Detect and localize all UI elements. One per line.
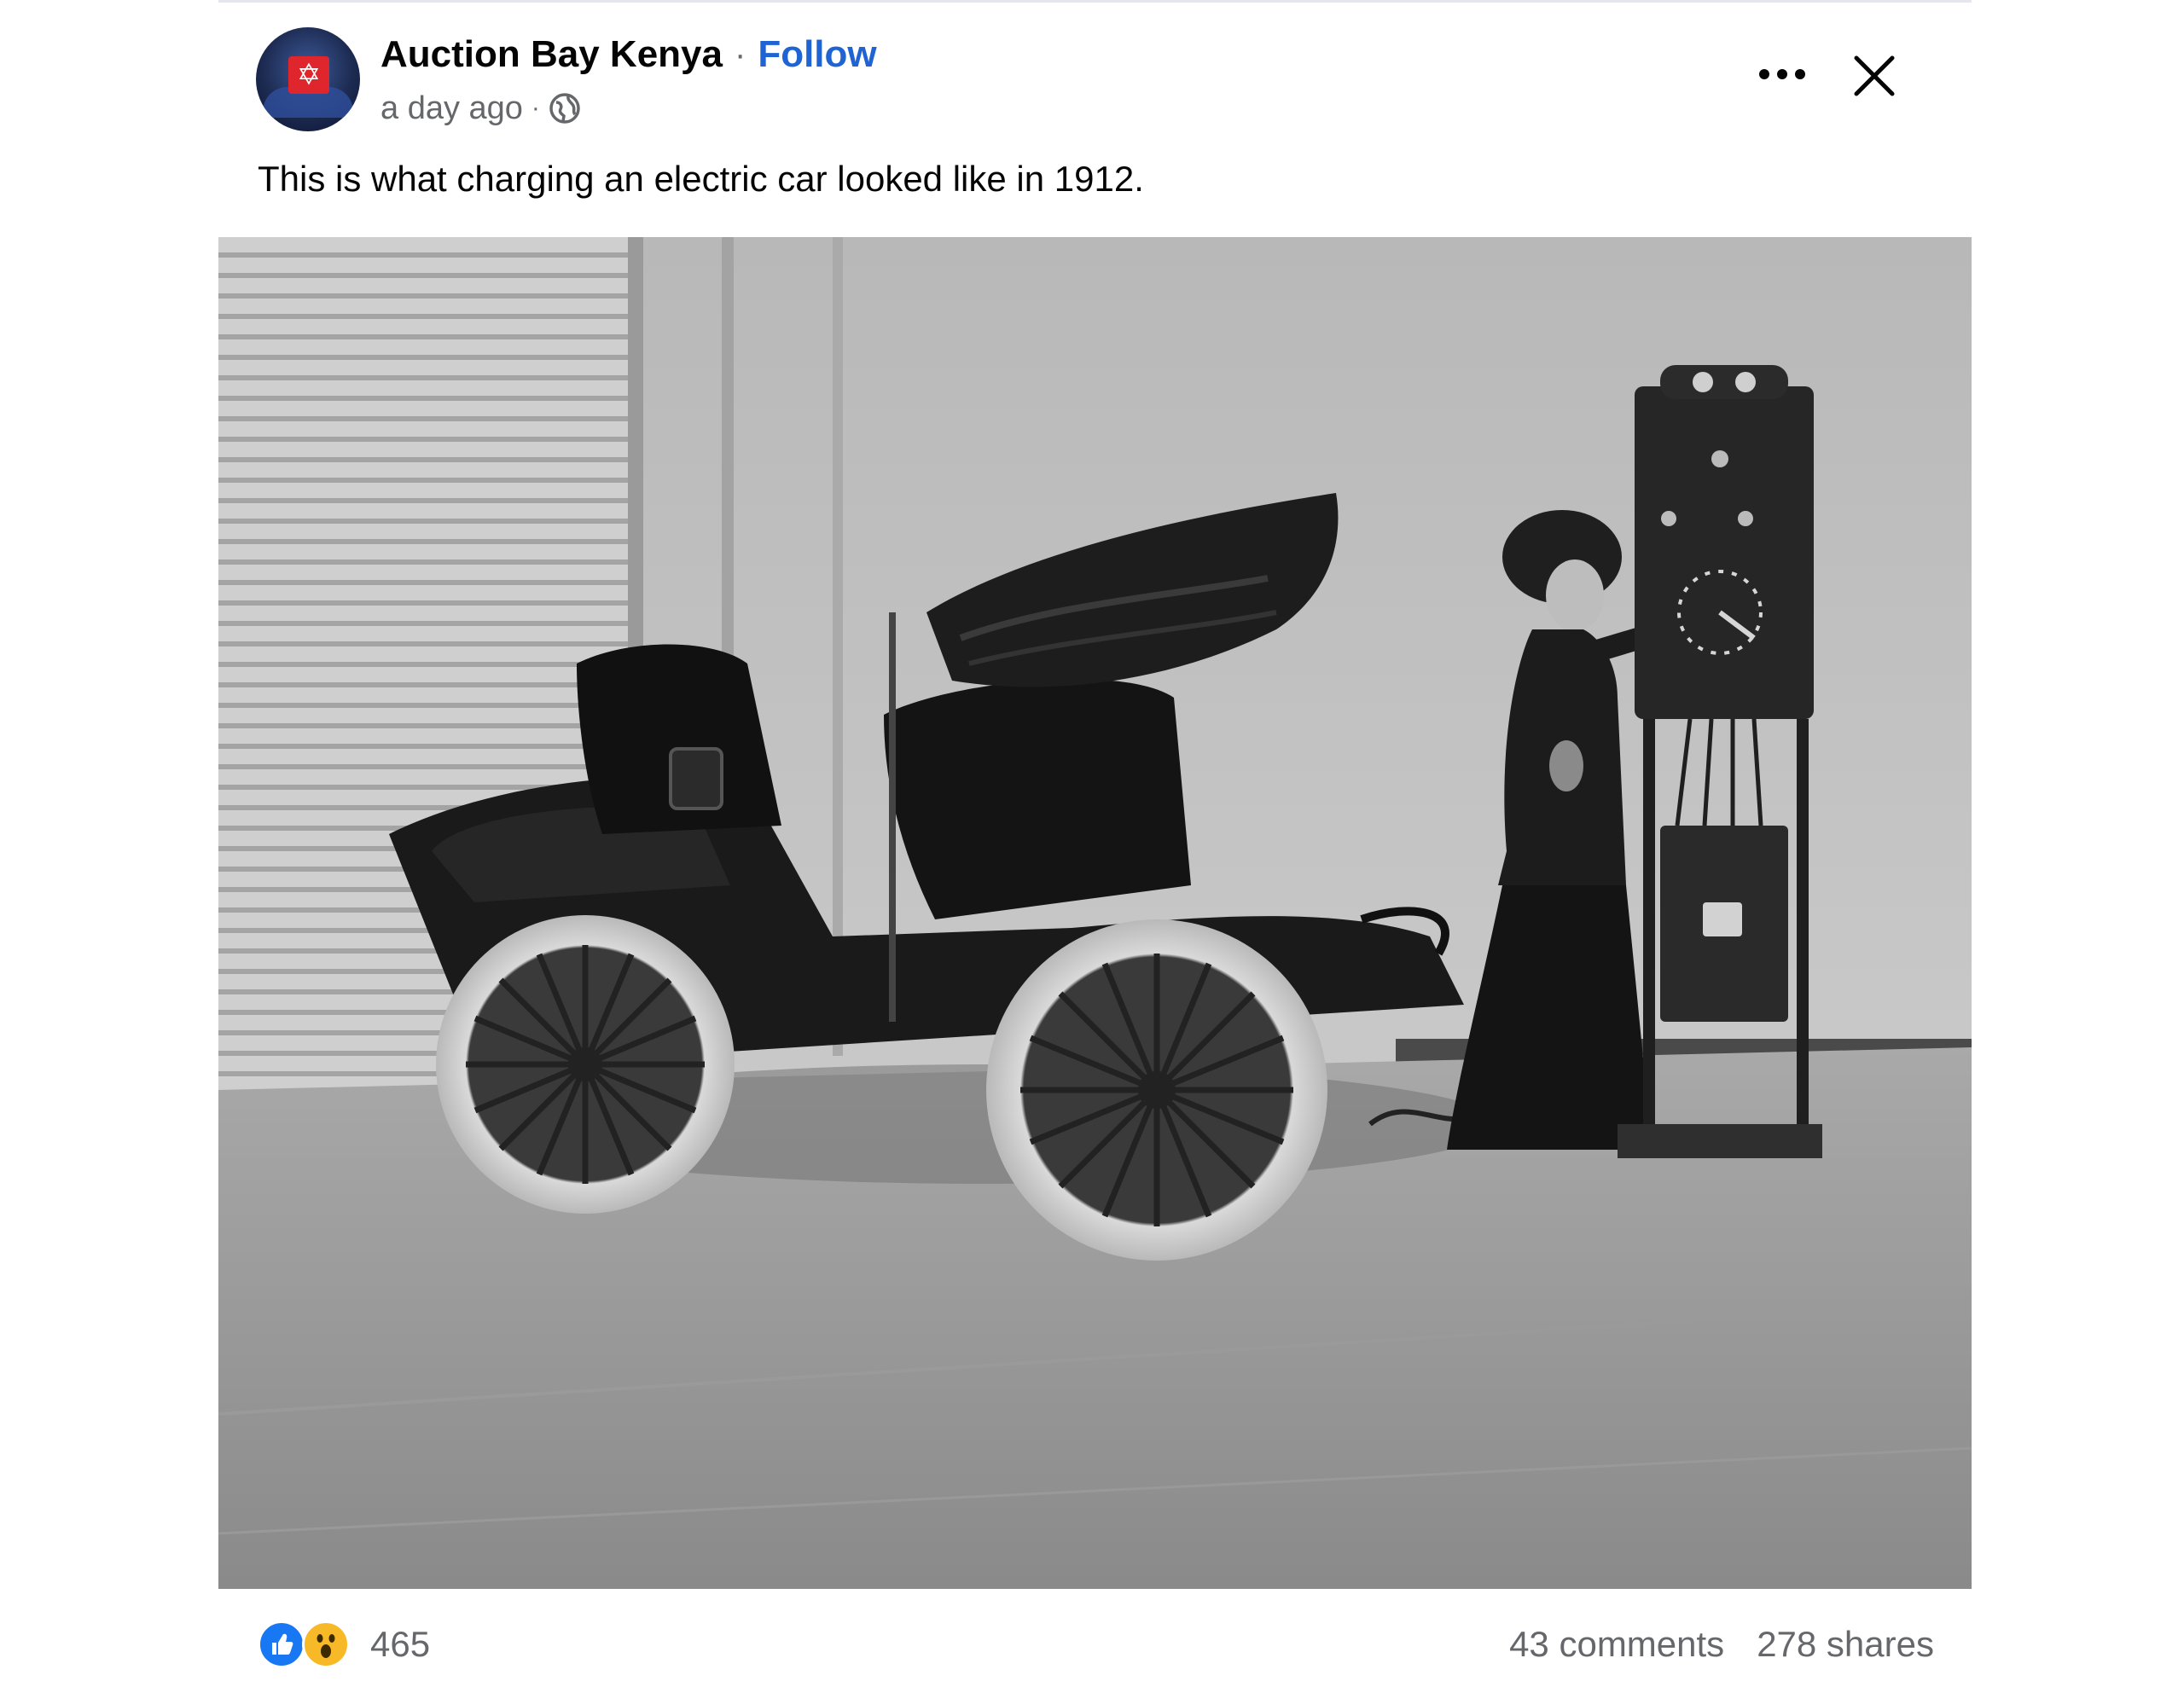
divider [218, 0, 1972, 3]
separator: · [734, 35, 746, 73]
post-caption: This is what charging an electric car lo… [258, 159, 1144, 199]
page-avatar[interactable]: ✡ [256, 27, 360, 131]
shares-count-link[interactable]: 278 shares [1757, 1624, 1934, 1665]
more-horizontal-icon[interactable] [1752, 53, 1812, 96]
post-timestamp[interactable]: a day ago [380, 90, 523, 127]
follow-button[interactable]: Follow [758, 33, 876, 76]
globe-icon [549, 92, 581, 125]
comments-count-link[interactable]: 43 comments [1509, 1624, 1724, 1665]
post-stats: 43 comments 278 shares [1509, 1619, 1934, 1670]
post-photo[interactable] [218, 237, 1972, 1589]
reaction-count[interactable]: 465 [370, 1624, 430, 1665]
page-name-link[interactable]: Auction Bay Kenya [380, 33, 723, 76]
auction-bay-logo-icon: ✡ [296, 58, 322, 92]
reaction-icons [258, 1619, 358, 1670]
post-meta: a day ago · [380, 87, 581, 130]
like-icon [258, 1620, 305, 1668]
post-header: Auction Bay Kenya · Follow [380, 29, 877, 80]
post-card: ✡ Auction Bay Kenya · Follow a day ago · [218, 0, 1972, 1687]
reactions-summary[interactable]: 465 [258, 1619, 430, 1670]
close-icon[interactable] [1848, 49, 1901, 102]
wow-icon [302, 1620, 350, 1668]
meta-separator: · [531, 94, 540, 122]
